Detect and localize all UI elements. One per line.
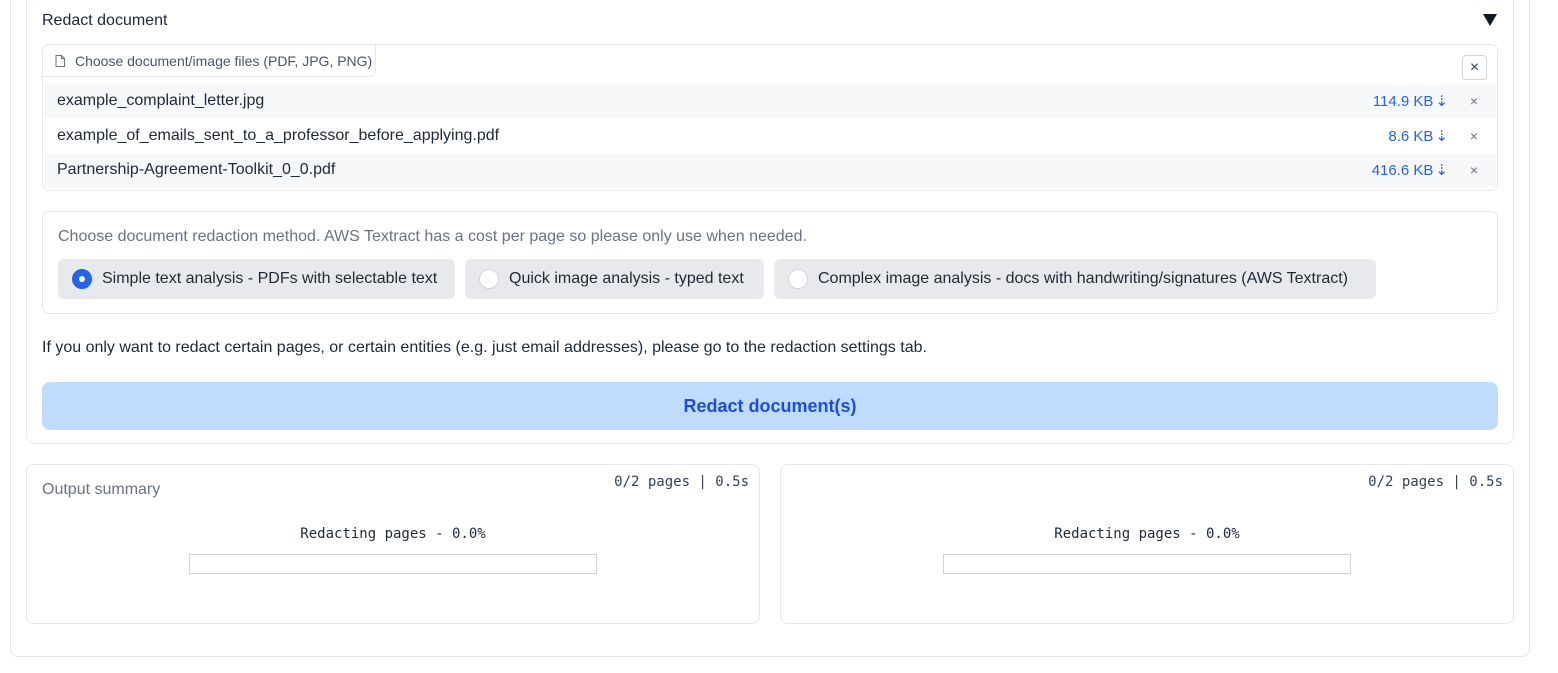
panel-label: Output summary [42,481,161,498]
radio-option-label[interactable]: Complex image analysis - docs with handw… [818,270,1348,288]
file-size[interactable]: 8.6 KB [1388,128,1433,145]
remove-file-button[interactable]: × [1470,162,1478,178]
progress-timer: 0/2 pages | 0.5s [1368,474,1503,490]
file-upload-label-text: Choose document/image files (PDF, JPG, P… [75,52,373,69]
file-download-link[interactable]: 114.9 KB ⇣ [1373,92,1448,111]
file-size[interactable]: 114.9 KB [1373,93,1434,110]
file-row: example_complaint_letter.jpg 114.9 KB ⇣ … [44,84,1496,118]
file-name: example_complaint_letter.jpg [57,92,265,109]
file-name: Partnership-Agreement-Toolkit_0_0.pdf [57,161,336,178]
accordion-title[interactable]: Redact document [42,12,167,30]
file-icon [55,54,65,67]
radio-button[interactable] [788,269,808,289]
progress-timer: 0/2 pages | 0.5s [614,474,749,490]
redaction-info-text: If you only want to redact certain pages… [42,339,927,356]
radio-option-simple-text[interactable]: Simple text analysis - PDFs with selecta… [58,259,455,299]
file-download-link[interactable]: 416.6 KB ⇣ [1372,161,1448,180]
radio-option-label[interactable]: Quick image analysis - typed text [509,270,744,288]
file-size[interactable]: 416.6 KB [1372,162,1434,179]
output-file-panel: 0/2 pages | 0.5s Redacting pages - 0.0% [780,464,1514,624]
file-download-link[interactable]: 8.6 KB ⇣ [1388,127,1448,146]
output-summary-panel: Output summary 0/2 pages | 0.5s Redactin… [26,464,760,624]
download-icon[interactable]: ⇣ [1435,161,1448,179]
radio-option-label[interactable]: Simple text analysis - PDFs with selecta… [102,270,437,288]
radio-option-quick-image[interactable]: Quick image analysis - typed text [465,259,764,299]
remove-file-button[interactable]: × [1470,128,1478,144]
file-row: example_of_emails_sent_to_a_professor_be… [44,119,1496,153]
redaction-method-label: Choose document redaction method. AWS Te… [58,228,807,245]
file-upload-label: Choose document/image files (PDF, JPG, P… [42,44,376,77]
progress-bar [189,554,597,574]
file-row: Partnership-Agreement-Toolkit_0_0.pdf 41… [44,153,1496,187]
triangle-down-icon[interactable] [1482,12,1498,28]
radio-button[interactable] [72,269,92,289]
download-icon[interactable]: ⇣ [1435,92,1448,110]
progress-text: Redacting pages - 0.0% [1054,526,1240,542]
clear-files-button[interactable]: × [1462,55,1487,80]
progress-text: Redacting pages - 0.0% [300,526,486,542]
radio-option-complex-image[interactable]: Complex image analysis - docs with handw… [774,259,1376,299]
progress-bar [943,554,1351,574]
radio-button[interactable] [479,269,499,289]
redact-document-button[interactable]: Redact document(s) [42,382,1498,430]
file-name: example_of_emails_sent_to_a_professor_be… [57,127,500,144]
download-icon[interactable]: ⇣ [1435,127,1448,145]
remove-file-button[interactable]: × [1470,93,1478,109]
